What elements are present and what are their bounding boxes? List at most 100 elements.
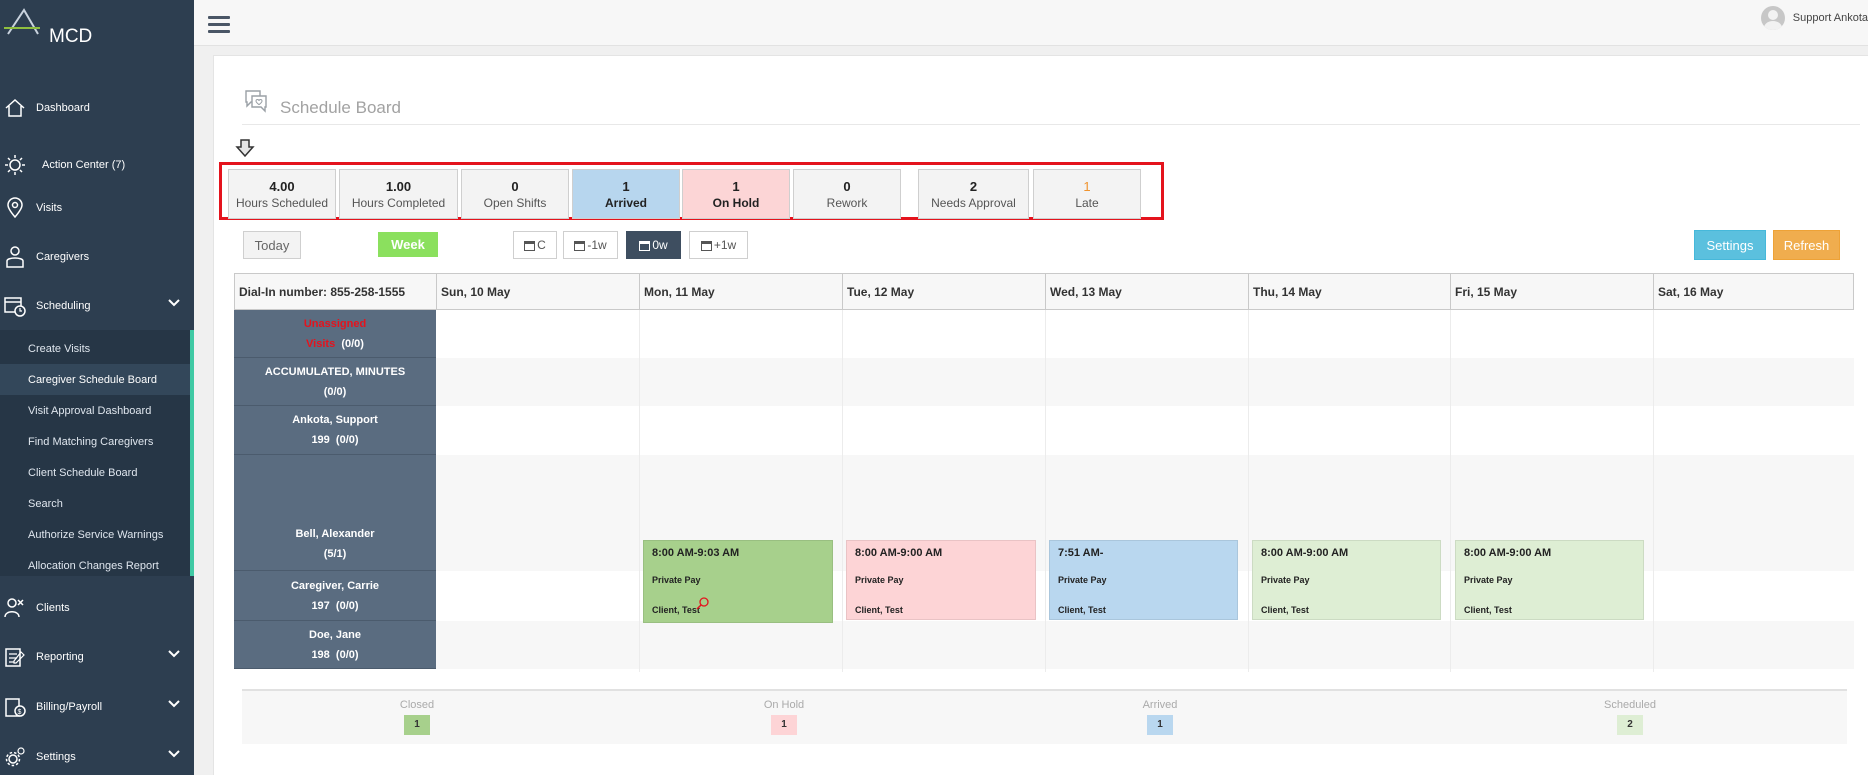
refresh-button[interactable]: Refresh: [1773, 230, 1840, 260]
nav-clients[interactable]: Clients: [0, 592, 194, 624]
today-button[interactable]: Today: [243, 231, 301, 259]
day-header[interactable]: Sat, 16 May: [1654, 274, 1853, 309]
grid-header: Dial-In number: 855-258-1555 Sun, 10 May…: [234, 273, 1854, 310]
nav-reporting-label: Reporting: [36, 651, 84, 663]
nav-action-center[interactable]: Action Center (7): [0, 149, 194, 181]
nav-caregivers[interactable]: Caregivers: [0, 241, 194, 273]
stat-value: 1: [732, 179, 740, 194]
sub-client-schedule-board[interactable]: Client Schedule Board: [0, 457, 190, 488]
sub-allocation-changes-report[interactable]: Allocation Changes Report: [0, 550, 190, 581]
row-label-line1: Ankota, Support: [292, 414, 378, 426]
day-header[interactable]: Thu, 14 May: [1249, 274, 1451, 309]
chevron-down-icon: [168, 749, 180, 761]
user-menu[interactable]: Support Ankota: [1760, 6, 1868, 30]
row-label-caregiver[interactable]: Doe, Jane 198 (0/0): [234, 621, 436, 669]
day-header[interactable]: Mon, 11 May: [640, 274, 843, 309]
arrow-down-icon[interactable]: [235, 138, 255, 163]
visit-card[interactable]: 8:00 AM-9:00 AM Private Pay Client, Test: [846, 540, 1036, 620]
day-header[interactable]: Sun, 10 May: [437, 274, 640, 309]
visit-time: 7:51 AM-: [1058, 547, 1104, 559]
visit-card[interactable]: 8:00 AM-9:00 AM Private Pay Client, Test: [1455, 540, 1644, 620]
column-divider: [639, 310, 640, 672]
row-label-accumulated[interactable]: ACCUMULATED, MINUTES (0/0): [234, 358, 436, 406]
nav-reporting[interactable]: Reporting: [0, 641, 194, 673]
stat-label: Hours Scheduled: [235, 196, 329, 210]
visit-payer: Private Pay: [1058, 575, 1107, 585]
nav-scheduling[interactable]: Scheduling: [0, 290, 194, 322]
row-label-caregiver[interactable]: Ankota, Support 199 (0/0): [234, 406, 436, 455]
sub-authorize-service-warnings[interactable]: Authorize Service Warnings: [0, 519, 190, 550]
row-label-line1: Doe, Jane: [309, 628, 361, 641]
menu-toggle-icon[interactable]: [208, 16, 230, 34]
nav-dashboard[interactable]: Dashboard: [0, 92, 194, 124]
dial-in-number: Dial-In number: 855-258-1555: [235, 274, 437, 309]
nav-caregivers-label: Caregivers: [36, 251, 90, 263]
visit-card[interactable]: 8:00 AM-9:03 AM Private Pay Client, Test: [643, 540, 833, 623]
row-label-caregiver[interactable]: Caregiver, Carrie 197 (0/0): [234, 571, 436, 621]
plus-week-button[interactable]: +1w: [689, 231, 748, 259]
row-label-unassigned[interactable]: Unassigned Visits (0/0): [234, 310, 436, 358]
stat-rework[interactable]: 0 Rework: [793, 169, 901, 219]
current-week-button[interactable]: C: [513, 231, 557, 259]
row-label-caregiver[interactable]: Bell, Alexander (5/1): [234, 455, 436, 571]
sub-caregiver-schedule-board[interactable]: Caregiver Schedule Board: [0, 364, 190, 395]
nav-billing[interactable]: $ Billing/Payroll: [0, 691, 194, 723]
row-label-line2: Visits (0/0): [306, 337, 364, 350]
calendar-clock-icon: [2, 293, 28, 319]
visit-client: Client, Test: [1261, 605, 1309, 615]
minus-week-button[interactable]: -1w: [563, 231, 618, 259]
sub-find-matching-caregivers[interactable]: Find Matching Caregivers: [0, 426, 190, 457]
stat-open-shifts[interactable]: 0 Open Shifts: [461, 169, 569, 219]
stat-value: 2: [969, 179, 978, 194]
visit-payer: Private Pay: [855, 575, 904, 585]
zero-week-button[interactable]: 0w: [626, 231, 681, 259]
visit-client: Client, Test: [855, 605, 903, 615]
client-icon: [2, 595, 28, 621]
nav-settings-label: Settings: [36, 751, 76, 763]
settings-button[interactable]: Settings: [1694, 230, 1766, 260]
day-header[interactable]: Tue, 12 May: [843, 274, 1046, 309]
brand[interactable]: MCD: [0, 0, 194, 60]
day-header[interactable]: Wed, 13 May: [1046, 274, 1249, 309]
legend-label: Scheduled: [1604, 699, 1656, 711]
submenu-accent: [190, 330, 194, 576]
content-panel: Schedule Board 4.00 Hours Scheduled 1.00…: [213, 55, 1868, 775]
visit-card[interactable]: 8:00 AM-9:00 AM Private Pay Client, Test: [1252, 540, 1441, 620]
billing-icon: $: [2, 694, 28, 720]
visit-time: 8:00 AM-9:00 AM: [1261, 547, 1349, 559]
stat-hours-completed[interactable]: 1.00 Hours Completed: [339, 169, 458, 219]
sub-create-visits[interactable]: Create Visits: [0, 333, 190, 364]
calendar-icon: [574, 241, 586, 251]
stat-value: 0: [843, 179, 851, 194]
stat-arrived[interactable]: 1 Arrived: [572, 169, 680, 219]
visit-payer: Private Pay: [652, 575, 701, 585]
column-divider: [1450, 310, 1451, 672]
column-divider: [1045, 310, 1046, 672]
avatar: [1760, 6, 1785, 30]
visit-payer: Private Pay: [1261, 575, 1310, 585]
action-center-icon: [2, 152, 28, 178]
stat-value: 1: [1083, 179, 1091, 194]
stat-value: 1: [622, 179, 630, 194]
scheduling-submenu: Create Visits Caregiver Schedule Board V…: [0, 330, 194, 576]
stat-needs-approval[interactable]: 2 Needs Approval: [918, 169, 1029, 219]
visit-card[interactable]: 7:51 AM- Private Pay Client, Test: [1049, 540, 1238, 620]
user-name: Support Ankota: [1792, 12, 1868, 24]
home-icon: [2, 95, 28, 121]
magnifier-icon[interactable]: [696, 596, 710, 613]
nav-action-center-label: Action Center (7): [42, 159, 126, 171]
week-button[interactable]: Week: [378, 232, 438, 257]
chevron-down-icon: [168, 298, 180, 310]
sub-visit-approval-dashboard[interactable]: Visit Approval Dashboard: [0, 395, 190, 426]
day-header[interactable]: Fri, 15 May: [1451, 274, 1654, 309]
stat-on-hold[interactable]: 1 On Hold: [682, 169, 790, 219]
legend-item-closed: Closed 1: [372, 699, 462, 735]
sub-search[interactable]: Search: [0, 488, 190, 519]
nav-billing-label: Billing/Payroll: [36, 701, 103, 713]
nav-visits[interactable]: Visits: [0, 192, 194, 224]
stat-late[interactable]: 1 Late: [1033, 169, 1141, 219]
nav-settings[interactable]: Settings: [0, 741, 194, 773]
chevron-down-icon: [168, 649, 180, 661]
stat-hours-scheduled[interactable]: 4.00 Hours Scheduled: [228, 169, 336, 219]
current-week-label: C: [537, 238, 546, 252]
